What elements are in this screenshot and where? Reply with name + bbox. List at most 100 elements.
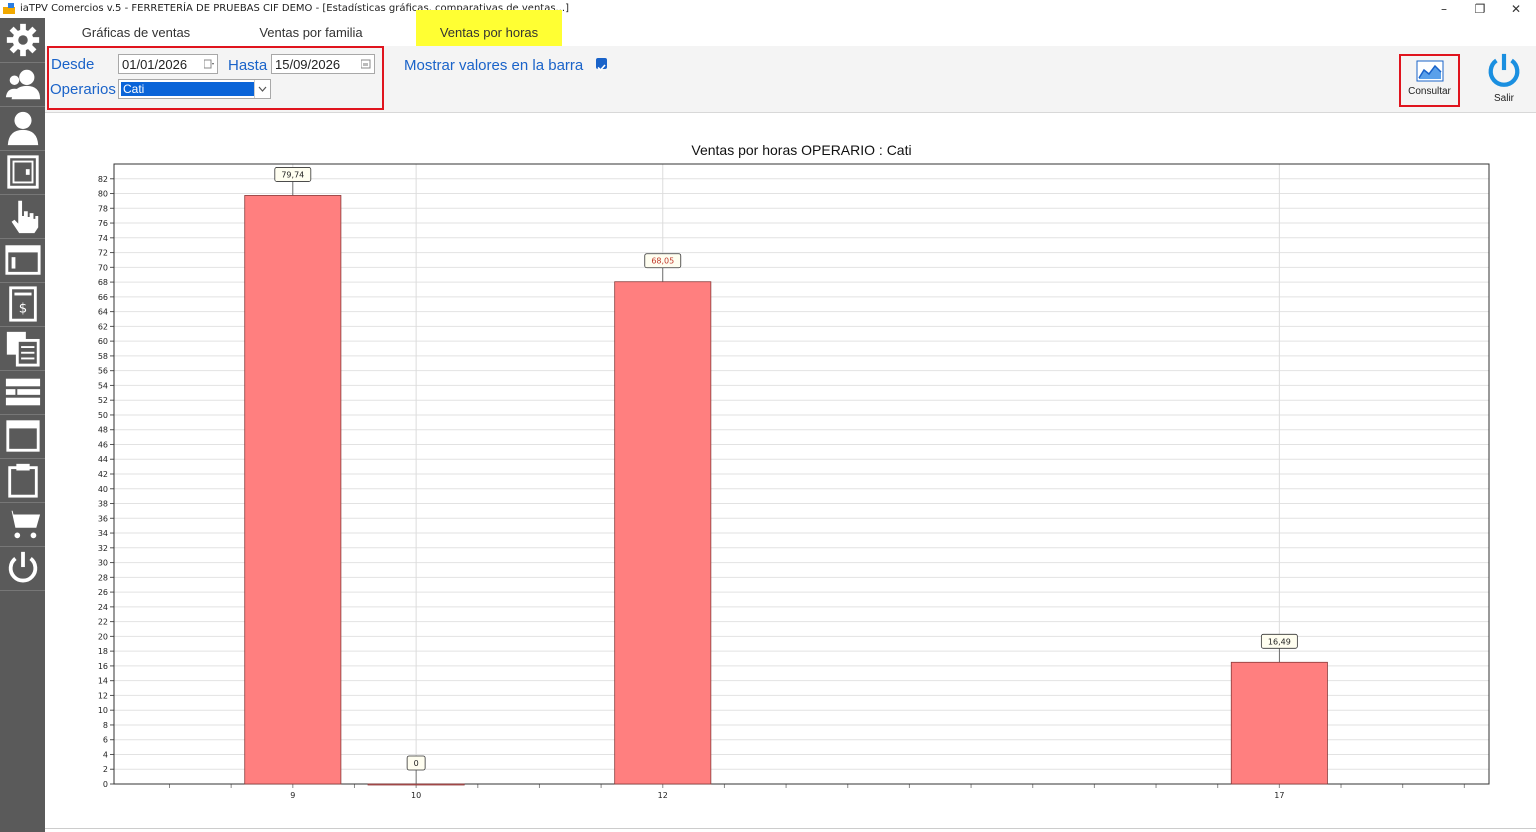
- sidebar-item-documents[interactable]: [0, 326, 45, 371]
- close-button[interactable]: ✕: [1498, 0, 1534, 18]
- y-tick-label: 10: [98, 706, 108, 715]
- y-tick-label: 22: [98, 618, 108, 627]
- chart-title: Ventas por horas OPERARIO : Cati: [691, 142, 911, 158]
- sidebar-item-invoice[interactable]: $: [0, 282, 45, 327]
- y-tick-label: 12: [98, 691, 108, 700]
- safe-icon: [6, 155, 39, 189]
- y-tick-label: 38: [98, 500, 108, 509]
- y-tick-label: 36: [98, 514, 108, 523]
- chart-area: Ventas por horas OPERARIO : Cati 0 2 4 6 8 10 1…: [45, 113, 1536, 832]
- sidebar-item-clipboard[interactable]: [0, 458, 45, 503]
- y-tick-label: 58: [98, 352, 108, 361]
- desde-date-field[interactable]: 01/01/2026: [118, 54, 218, 74]
- y-tick-label: 72: [98, 249, 108, 258]
- bottom-divider: [45, 828, 1536, 829]
- x-tick-label: 9: [290, 791, 295, 800]
- desde-label: Desde: [51, 56, 95, 73]
- y-tick-label: 8: [103, 721, 108, 730]
- y-tick-label: 24: [98, 603, 108, 612]
- x-tick-label: 17: [1274, 791, 1284, 800]
- chevron-down-icon[interactable]: [254, 80, 270, 98]
- consultar-label: Consultar: [1408, 86, 1451, 97]
- y-tick-label: 52: [98, 396, 108, 405]
- bar: [244, 195, 342, 785]
- y-tick-label: 56: [98, 367, 108, 376]
- user-group-icon: [5, 69, 40, 100]
- invoice-icon: $: [8, 286, 37, 322]
- y-tick-label: 32: [98, 544, 108, 553]
- y-tick-label: 46: [98, 440, 108, 449]
- operarios-select[interactable]: Cati: [118, 79, 271, 99]
- sidebar-item-settings[interactable]: [0, 18, 45, 63]
- y-tick-label: 34: [98, 529, 108, 538]
- x-tick-label: 12: [658, 791, 668, 800]
- y-tick-label: 68: [98, 278, 108, 287]
- y-tick-label: 62: [98, 322, 108, 331]
- forklift-icon: [5, 378, 40, 406]
- gear-icon: [6, 23, 39, 57]
- sidebar-item-exit[interactable]: [0, 546, 45, 591]
- y-tick-label: 80: [98, 190, 108, 199]
- calendar-dropdown-icon[interactable]: [204, 59, 214, 69]
- y-tick-label: 2: [103, 765, 108, 774]
- clipboard-icon: [7, 463, 38, 498]
- restore-button[interactable]: ❐: [1462, 0, 1498, 18]
- calendar-icon[interactable]: [361, 59, 371, 69]
- y-tick-label: 76: [98, 219, 108, 228]
- sidebar: $: [0, 18, 45, 832]
- y-tick-label: 54: [98, 381, 108, 390]
- checkmark-icon: [597, 64, 606, 72]
- operarios-label: Operarios: [50, 81, 116, 98]
- y-tick-label: 42: [98, 470, 108, 479]
- y-tick-label: 70: [98, 263, 108, 272]
- y-tick-label: 78: [98, 204, 108, 213]
- bar: [614, 281, 712, 785]
- filter-toolbar: Desde 01/01/2026 Hasta 15/09/2026 Operar…: [45, 46, 1536, 113]
- y-tick-label: 64: [98, 308, 108, 317]
- y-tick-label: 28: [98, 573, 108, 582]
- bar-value-label: 68,05: [651, 257, 674, 266]
- hasta-date-field[interactable]: 15/09/2026: [271, 54, 375, 74]
- tab-graficas-ventas[interactable]: Gráficas de ventas: [47, 18, 225, 46]
- cart-icon: [4, 510, 40, 539]
- bar-chart: Ventas por horas OPERARIO : Cati02468101…: [98, 142, 1490, 800]
- app-icon: [3, 3, 15, 14]
- power-icon: [8, 551, 37, 583]
- bar: [367, 783, 465, 786]
- y-tick-label: 0: [103, 780, 108, 789]
- salir-button[interactable]: Salir: [1480, 52, 1528, 112]
- tab-ventas-familia[interactable]: Ventas por familia: [225, 18, 397, 46]
- bar-value-label: 16,49: [1268, 637, 1291, 646]
- y-tick-label: 74: [98, 234, 108, 243]
- title-bar: iaTPV Comercios v.5 - FERRETERÍA DE PRUE…: [0, 0, 1536, 18]
- sidebar-item-panel[interactable]: [0, 414, 45, 459]
- sidebar-item-cart[interactable]: [0, 502, 45, 547]
- bar-value-label: 0: [414, 759, 419, 768]
- sidebar-item-stock[interactable]: [0, 370, 45, 415]
- sidebar-item-safe[interactable]: [0, 150, 45, 195]
- bar: [1230, 661, 1328, 785]
- bar-value-label: 79,74: [281, 170, 304, 179]
- sidebar-item-user[interactable]: [0, 106, 45, 151]
- hand-pointer-icon: [11, 200, 38, 234]
- consultar-button[interactable]: Consultar: [1399, 54, 1460, 107]
- user-icon: [7, 111, 38, 146]
- tab-ventas-horas[interactable]: Ventas por horas: [416, 10, 562, 47]
- panel-icon: [5, 420, 40, 452]
- window-icon: [4, 245, 41, 275]
- documents-icon: [6, 331, 40, 367]
- salir-label: Salir: [1493, 93, 1514, 104]
- sidebar-item-window[interactable]: [0, 238, 45, 283]
- y-tick-label: 50: [98, 411, 108, 420]
- power-icon: [1488, 53, 1520, 87]
- sidebar-item-touch[interactable]: [0, 194, 45, 239]
- mostrar-valores-label: Mostrar valores en la barra: [404, 57, 584, 74]
- y-tick-label: 82: [98, 175, 108, 184]
- y-tick-label: 44: [98, 455, 108, 464]
- mostrar-valores-checkbox[interactable]: [596, 58, 607, 72]
- minimize-button[interactable]: –: [1426, 0, 1462, 18]
- sidebar-item-clients[interactable]: [0, 62, 45, 107]
- y-tick-label: 40: [98, 485, 108, 494]
- tab-bar: Gráficas de ventas Ventas por familia Ve…: [45, 10, 1536, 47]
- y-tick-label: 20: [98, 632, 108, 641]
